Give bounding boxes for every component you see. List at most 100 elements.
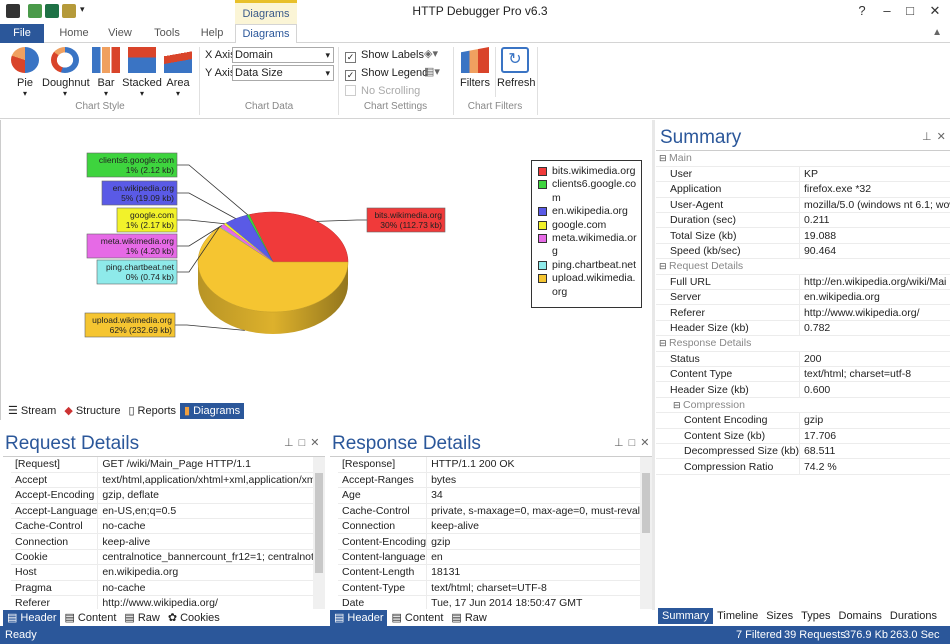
filters-button[interactable]: Filters (458, 47, 492, 89)
label-style-dropdown[interactable]: ◈▾ (424, 47, 438, 60)
collapse-icon[interactable]: ⊟ (659, 153, 669, 163)
customize-quick-access-icon[interactable]: ▾ (80, 4, 85, 15)
close-button[interactable]: ✕ (918, 0, 950, 22)
tab-tools[interactable]: Tools (145, 24, 189, 43)
property-row[interactable]: Compression Ratio 74.2 % (656, 458, 950, 475)
collapse-icon[interactable]: ⊟ (659, 338, 669, 348)
tab-raw[interactable]: ▤ Raw (447, 610, 490, 626)
tab-header[interactable]: ▤ Header (3, 610, 61, 626)
tab-domains[interactable]: Domains (835, 608, 886, 624)
tab-structure[interactable]: ◆ Structure (60, 403, 124, 419)
tab-types[interactable]: Types (797, 608, 834, 624)
table-row[interactable]: Connection keep-alive (338, 518, 652, 535)
tab-reports[interactable]: ▯ Reports (124, 403, 180, 419)
table-row[interactable]: Accept-Language en-US,en;q=0.5 (11, 503, 325, 520)
table-row[interactable]: Content-Length 18131 (338, 564, 652, 581)
table-row[interactable]: [Request] GET /wiki/Main_Page HTTP/1.1 (11, 457, 325, 473)
table-row[interactable]: Connection keep-alive (11, 533, 325, 550)
legend-position-dropdown[interactable]: ▤▾ (424, 65, 440, 78)
tab-content[interactable]: ▤ Content (387, 610, 447, 626)
no-scrolling-checkbox[interactable]: No Scrolling (345, 84, 420, 98)
table-row[interactable]: Content-Type text/html; charset=UTF-8 (338, 580, 652, 597)
tab-durations[interactable]: Durations (886, 608, 941, 624)
tab-sizes[interactable]: Sizes (762, 608, 797, 624)
property-row[interactable]: Content Encoding gzip (656, 412, 950, 429)
table-row[interactable]: Accept text/html,application/xhtml+xml,ap… (11, 472, 325, 489)
tab-summary[interactable]: Summary (658, 608, 714, 624)
table-row[interactable]: [Response] HTTP/1.1 200 OK (338, 457, 652, 473)
collapse-icon[interactable]: ⊟ (659, 261, 669, 271)
property-value: text/html; charset=utf-8 (799, 366, 950, 383)
collapse-ribbon-icon[interactable]: ▲ (932, 27, 942, 38)
section-header[interactable]: ⊟ Main (656, 151, 950, 167)
property-row[interactable]: Status 200 (656, 351, 950, 367)
property-row[interactable]: Header Size (kb) 0.600 (656, 381, 950, 398)
property-row[interactable]: Referer http://www.wikipedia.org/ (656, 304, 950, 321)
refresh-button[interactable]: ↻ Refresh (497, 47, 536, 89)
tab-raw[interactable]: ▤ Raw (120, 610, 163, 626)
table-row[interactable]: Host en.wikipedia.org (11, 564, 325, 581)
tab-timeline[interactable]: Timeline (713, 608, 762, 624)
property-row[interactable]: Duration (sec) 0.211 (656, 212, 950, 229)
x-axis-select[interactable]: Domain (232, 47, 334, 63)
tab-diagrams-view[interactable]: ▮ Diagrams (180, 403, 245, 419)
tab-home[interactable]: Home (50, 24, 98, 43)
show-legend-checkbox[interactable]: ✓ Show Legend (345, 66, 428, 81)
file-menu[interactable]: File (0, 24, 44, 43)
table-row[interactable]: Age 34 (338, 487, 652, 504)
tab-label: Cookies (180, 612, 220, 624)
table-row[interactable]: Cookie centralnotice_bannercount_fr12=1; … (11, 549, 325, 566)
property-row[interactable]: Decompressed Size (kb) 68.511 (656, 443, 950, 460)
y-axis-select[interactable]: Data Size (232, 65, 334, 81)
property-row[interactable]: Speed (kb/sec) 90.464 (656, 243, 950, 260)
stacked-button[interactable]: Stacked ▾ (122, 47, 162, 98)
tab-stream[interactable]: ☰ Stream (4, 403, 60, 419)
section-header[interactable]: ⊟ Response Details (656, 335, 950, 352)
panel-controls[interactable]: ⊥✕ (922, 130, 950, 143)
tab-cookies[interactable]: ✿ Cookies (164, 610, 224, 626)
section-header[interactable]: ⊟ Request Details (656, 258, 950, 275)
property-row[interactable]: Server en.wikipedia.org (656, 289, 950, 306)
table-row[interactable]: Cache-Control no-cache (11, 518, 325, 535)
tab-diagrams[interactable]: Diagrams (235, 24, 297, 44)
table-row[interactable]: Content-language en (338, 549, 652, 566)
table-row[interactable]: Content-Encoding gzip (338, 533, 652, 550)
table-row[interactable]: Cache-Control private, s-maxage=0, max-ag… (338, 503, 652, 520)
table-row[interactable]: Accept-Encoding gzip, deflate (11, 487, 325, 504)
panel-controls[interactable]: ⊥□✕ (284, 436, 324, 449)
scrollbar[interactable] (313, 457, 325, 609)
clear-icon[interactable] (62, 4, 76, 18)
property-name: Header Size (kb) (656, 381, 800, 398)
area-button[interactable]: Area ▾ (164, 47, 192, 98)
property-row[interactable]: Full URL http://en.wikipedia.org/wiki/Mai (656, 274, 950, 291)
show-labels-label: Show Labels (361, 49, 424, 61)
scrollbar[interactable] (640, 457, 652, 609)
tab-label: Sizes (766, 610, 794, 622)
tab-help[interactable]: Help (192, 24, 232, 43)
collapse-icon[interactable]: ⊟ (673, 400, 683, 410)
header-name: Cookie (11, 549, 99, 566)
tab-content[interactable]: ▤ Content (60, 610, 120, 626)
bar-button[interactable]: Bar ▾ (92, 47, 120, 98)
show-labels-checkbox[interactable]: ✓ Show Labels (345, 48, 424, 63)
excel-export-icon[interactable] (45, 4, 59, 18)
table-row[interactable]: Date Tue, 17 Jun 2014 18:50:47 GMT (338, 595, 652, 609)
table-row[interactable]: Referer http://www.wikipedia.org/ (11, 595, 325, 609)
table-row[interactable]: Accept-Ranges bytes (338, 472, 652, 489)
property-row[interactable]: Content Size (kb) 17.706 (656, 428, 950, 444)
pie-button[interactable]: Pie ▾ (10, 47, 40, 98)
property-row[interactable]: Application firefox.exe *32 (656, 181, 950, 198)
tab-header[interactable]: ▤ Header (330, 610, 388, 626)
property-row[interactable]: Total Size (kb) 19.088 (656, 227, 950, 244)
doughnut-button[interactable]: Doughnut ▾ (42, 47, 90, 98)
tab-view[interactable]: View (100, 24, 140, 43)
property-row[interactable]: Content Type text/html; charset=utf-8 (656, 366, 950, 383)
checkmark-icon: ✓ (345, 52, 356, 63)
table-row[interactable]: Pragma no-cache (11, 580, 325, 597)
section-header[interactable]: ⊟ Compression (656, 397, 950, 414)
property-row[interactable]: Header Size (kb) 0.782 (656, 320, 950, 337)
property-row[interactable]: User KP (656, 166, 950, 183)
property-row[interactable]: User-Agent mozilla/5.0 (windows nt 6.1; w… (656, 197, 950, 214)
panel-controls[interactable]: ⊥□✕ (614, 436, 654, 449)
import-icon[interactable] (28, 4, 42, 18)
